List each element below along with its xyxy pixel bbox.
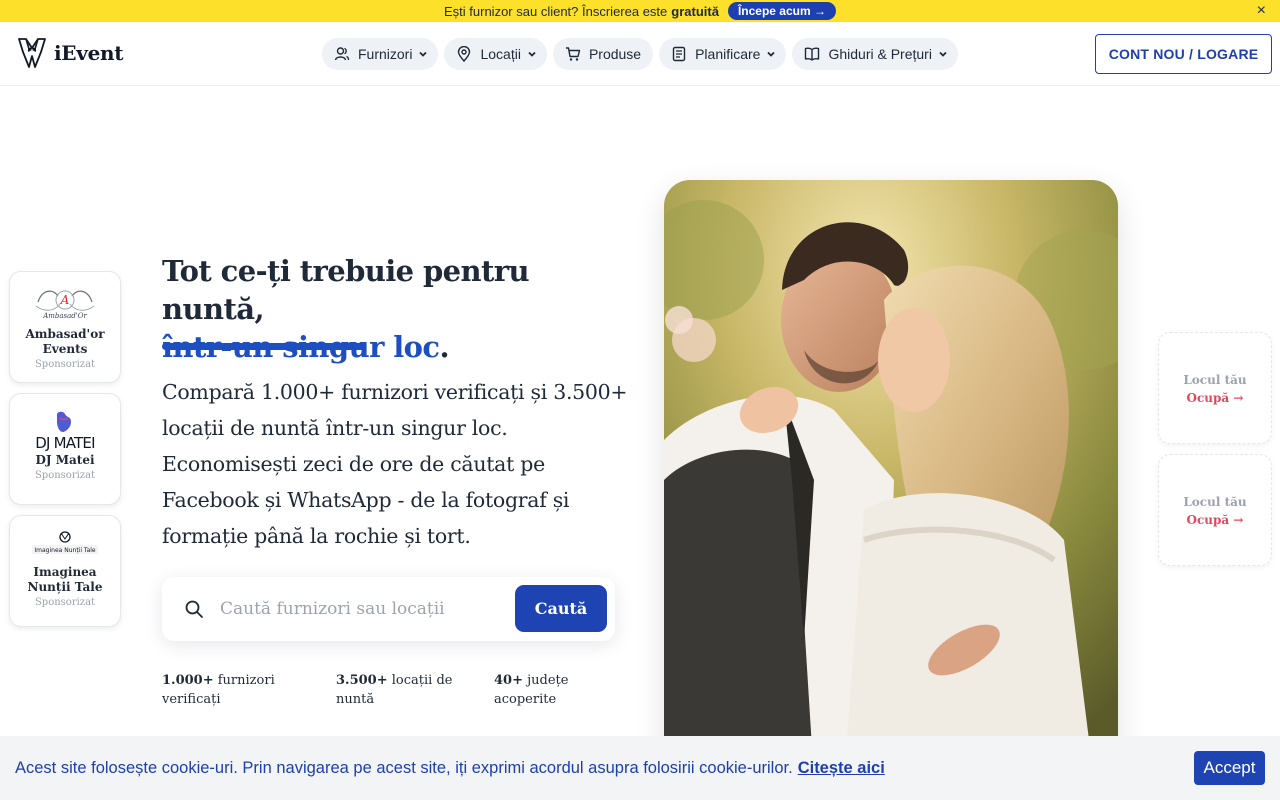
user-icon (334, 47, 350, 61)
chevron-down-icon (419, 51, 428, 57)
nav-label: Produse (588, 46, 642, 62)
close-icon[interactable]: × (1257, 3, 1266, 19)
announcement-bar: Ești furnizor sau client? Înscrierea est… (0, 0, 1280, 22)
stat-locatii: 3.500+ locații de nuntă (336, 671, 456, 709)
announcement-bold: gratuită (671, 3, 719, 19)
announcement-text: Ești furnizor sau client? Înscrierea est… (444, 3, 668, 19)
location-pin-icon (458, 46, 471, 62)
slot-label: Locul tău (1183, 373, 1247, 387)
search-box: Caută (162, 577, 615, 641)
logo[interactable]: iEvent (16, 36, 123, 70)
nav-ghiduri[interactable]: Ghiduri & Prețuri (792, 38, 958, 70)
stat-furnizori: 1.000+ furnizori verificați (162, 671, 282, 709)
logo-text: iEvent (54, 41, 124, 65)
cookie-banner: Acest site folosește cookie-uri. Prin na… (0, 736, 1280, 800)
ambasador-logo: A Ambasad'Or (35, 290, 95, 320)
chevron-down-icon (528, 51, 536, 57)
site-header: iEvent Furnizori Locații Produse Planifi… (0, 22, 1280, 86)
stat-value: 40+ (494, 673, 523, 688)
dj-matei-logo: DJ MATEI (35, 411, 96, 452)
headline-line1: Tot ce-ți trebuie pentru nuntă, (162, 254, 530, 326)
headline-period: . (439, 330, 449, 364)
sponsored-name: DJ Matei (35, 453, 95, 467)
ad-slot[interactable]: Locul tău Ocupă → (1158, 454, 1272, 566)
headline-underline (162, 343, 366, 350)
stat-judete: 40+ județe acoperite (494, 671, 594, 709)
login-register-button[interactable]: CONT NOU / LOGARE (1095, 34, 1272, 74)
slot-cta: Ocupă → (1186, 513, 1244, 527)
slot-cta: Ocupă → (1186, 391, 1244, 405)
search-button[interactable]: Caută (515, 585, 607, 632)
sponsored-name: Imaginea Nunții Tale (27, 565, 103, 594)
hero-couple-photo (664, 180, 1118, 780)
cookie-text: Acest site folosește cookie-uri. Prin na… (15, 758, 793, 777)
nav-label: Ghiduri & Prețuri (828, 46, 932, 62)
nav-locatii[interactable]: Locații (444, 38, 547, 70)
svg-text:DJ MATEI: DJ MATEI (35, 434, 94, 452)
nav-label: Planificare (695, 46, 761, 62)
book-icon (805, 47, 820, 61)
ad-slot[interactable]: Locul tău Ocupă → (1158, 332, 1272, 444)
nav-label: Furnizori (358, 46, 413, 62)
sponsored-tag: Sponsorizat (34, 597, 96, 608)
tuxedo-logo-icon (18, 38, 46, 68)
cart-icon (565, 47, 581, 61)
nav-furnizori[interactable]: Furnizori (322, 38, 439, 70)
stat-value: 3.500+ (336, 673, 388, 688)
sponsored-card-ambasador[interactable]: A Ambasad'Or Ambasad'or Events Sponsoriz… (9, 271, 121, 383)
nav-produse[interactable]: Produse (552, 38, 654, 70)
cookie-read-more-link[interactable]: Citește aici (798, 759, 885, 777)
nav-label: Locații (480, 46, 521, 62)
hero-lead: Compară 1.000+ furnizori verificați și 3… (162, 380, 628, 548)
imaginea-nuntii-logo: Imaginea Nunții Tale (32, 531, 98, 554)
sponsored-card-dj-matei[interactable]: DJ MATEI DJ Matei Sponsorizat (9, 393, 121, 505)
accept-cookies-button[interactable]: Accept (1194, 751, 1265, 785)
search-icon (185, 600, 203, 618)
chevron-down-icon (939, 51, 947, 57)
svg-text:A: A (60, 293, 70, 307)
slot-label: Locul tău (1183, 495, 1247, 509)
svg-text:Ambasad'Or: Ambasad'Or (42, 312, 87, 320)
sponsored-card-imaginea-nuntii[interactable]: Imaginea Nunții Tale Imaginea Nunții Tal… (9, 515, 121, 627)
main-nav: Furnizori Locații Produse Planificare Gh… (322, 38, 958, 70)
nav-planificare[interactable]: Planificare (659, 38, 787, 70)
svg-text:Imaginea Nunții Tale: Imaginea Nunții Tale (34, 547, 96, 554)
sponsored-tag: Sponsorizat (34, 359, 96, 370)
chevron-down-icon (767, 51, 776, 57)
stat-value: 1.000+ (162, 673, 214, 688)
checklist-icon (672, 46, 686, 62)
sponsored-name: Ambasad'or Events (25, 327, 105, 356)
search-input[interactable] (220, 599, 500, 619)
cookie-message: Acest site folosește cookie-uri. Prin na… (15, 759, 885, 778)
start-now-button[interactable]: Începe acum → (727, 2, 836, 20)
sponsored-tag: Sponsorizat (34, 470, 96, 481)
